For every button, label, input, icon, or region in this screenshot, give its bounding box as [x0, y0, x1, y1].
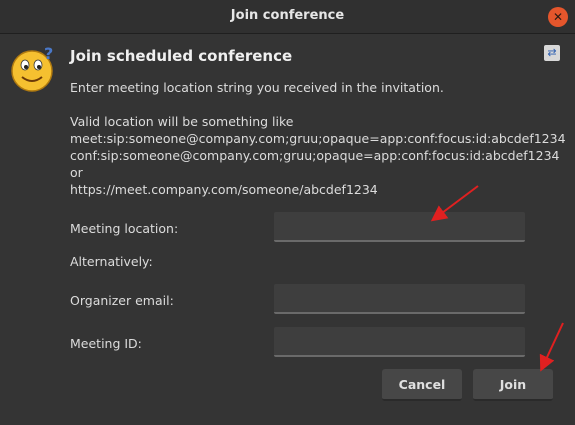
meeting-id-label: Meeting ID: — [70, 336, 142, 351]
organizer-email-input[interactable] — [274, 284, 525, 314]
example-or: or — [70, 165, 83, 180]
window-title: Join conference — [230, 8, 345, 23]
title-bar: Join conference ✕ — [0, 0, 575, 34]
swap-icon: ⇄ — [547, 46, 557, 59]
svg-text:?: ? — [44, 45, 53, 63]
meeting-location-input[interactable] — [274, 212, 525, 242]
close-button[interactable]: ✕ — [548, 7, 568, 27]
smiley-icon: ? — [11, 45, 53, 92]
join-button[interactable]: Join — [473, 369, 553, 401]
cancel-button-label: Cancel — [398, 376, 446, 392]
cancel-button[interactable]: Cancel — [382, 369, 462, 401]
dialog-heading: Join scheduled conference — [70, 47, 293, 65]
side-button[interactable]: ⇄ — [544, 45, 560, 61]
meeting-location-label: Meeting location: — [70, 221, 179, 236]
example-line-3: https://meet.company.com/someone/abcdef1… — [70, 182, 378, 197]
example-intro: Valid location will be something like — [70, 114, 294, 129]
join-button-label: Join — [499, 376, 527, 392]
example-line-2: conf:sip:someone@company.com;gruu;opaque… — [70, 148, 560, 163]
organizer-email-label: Organizer email: — [70, 293, 174, 308]
close-icon: ✕ — [552, 10, 564, 24]
example-line-1: meet:sip:someone@company.com;gruu;opaque… — [70, 131, 566, 146]
instruction-text: Enter meeting location string you receiv… — [70, 80, 444, 95]
meeting-id-input[interactable] — [274, 327, 525, 357]
alternatively-label: Alternatively: — [70, 254, 153, 269]
